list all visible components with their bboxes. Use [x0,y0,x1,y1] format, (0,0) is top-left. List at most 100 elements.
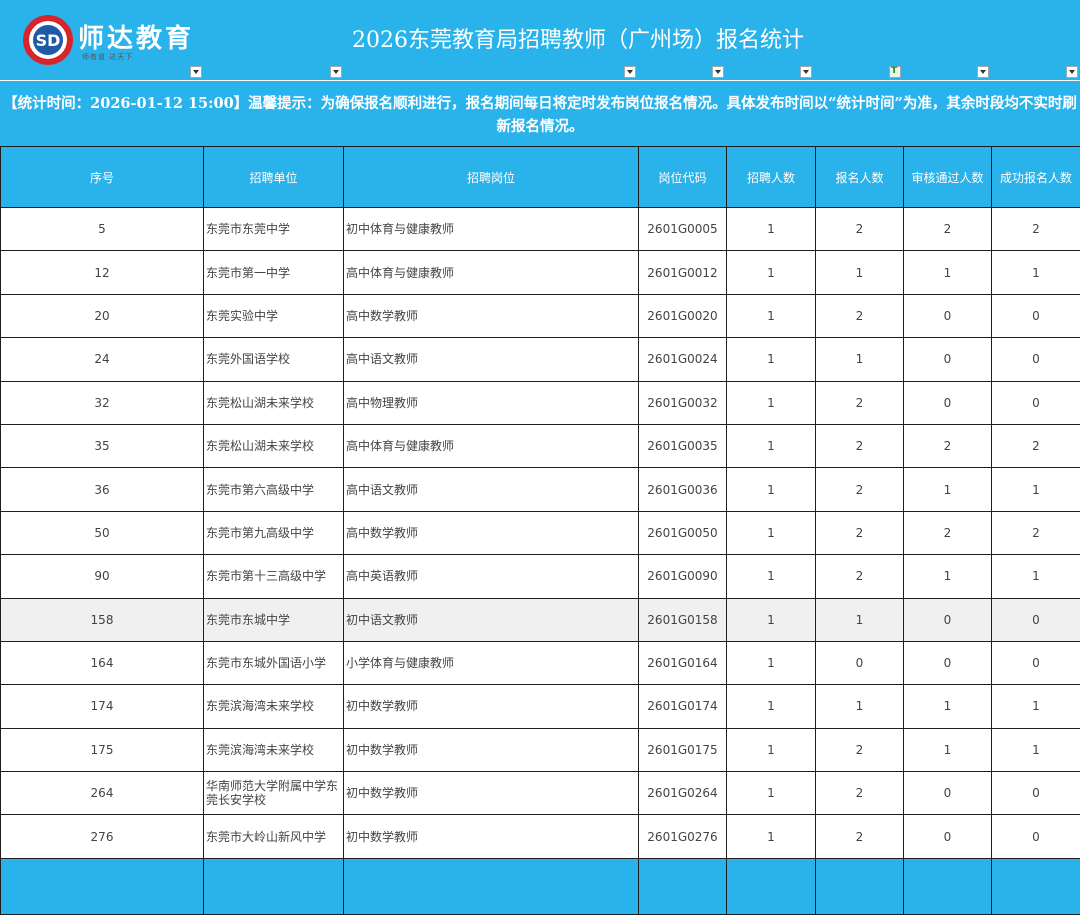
post-cell[interactable]: 高中物理教师 [344,381,639,424]
success-cell[interactable]: 0 [992,338,1080,381]
approved-cell[interactable]: 1 [904,685,992,728]
serial-cell[interactable]: 174 [1,685,204,728]
post-code-cell[interactable]: 2601G0174 [639,685,727,728]
quota-cell[interactable]: 1 [727,381,816,424]
applicants-cell[interactable]: 2 [816,294,904,337]
column-header[interactable]: 成功报名人数 [992,147,1080,208]
applicants-cell[interactable]: 1 [816,251,904,294]
applicants-cell[interactable]: 2 [816,468,904,511]
column-header[interactable]: 序号 [1,147,204,208]
serial-cell[interactable]: 264 [1,772,204,815]
table-row[interactable]: 35东莞松山湖未来学校高中体育与健康教师2601G00351222 [1,424,1080,467]
table-row[interactable]: 5东莞市东莞中学初中体育与健康教师2601G00051222 [1,208,1080,251]
success-cell[interactable]: 1 [992,728,1080,771]
unit-cell[interactable]: 东莞市第六高级中学 [204,468,344,511]
post-cell[interactable]: 初中数学教师 [344,772,639,815]
quota-cell[interactable]: 1 [727,208,816,251]
serial-cell[interactable]: 175 [1,728,204,771]
post-code-cell[interactable]: 2601G0276 [639,815,727,858]
quota-cell[interactable]: 1 [727,468,816,511]
quota-cell[interactable]: 1 [727,772,816,815]
approved-cell[interactable]: 0 [904,381,992,424]
success-cell[interactable]: 2 [992,511,1080,554]
filter-active-icon[interactable]: T [889,66,901,78]
success-cell[interactable]: 0 [992,815,1080,858]
quota-cell[interactable]: 1 [727,555,816,598]
applicants-cell[interactable]: 2 [816,772,904,815]
filter-dropdown-icon[interactable] [1066,66,1078,78]
unit-cell[interactable]: 华南师范大学附属中学东莞长安学校 [204,772,344,815]
post-cell[interactable]: 高中体育与健康教师 [344,251,639,294]
post-cell[interactable]: 初中数学教师 [344,728,639,771]
post-cell[interactable]: 高中体育与健康教师 [344,424,639,467]
approved-cell[interactable]: 0 [904,641,992,684]
unit-cell[interactable]: 东莞市第十三高级中学 [204,555,344,598]
table-row[interactable]: 264华南师范大学附属中学东莞长安学校初中数学教师2601G02641200 [1,772,1080,815]
approved-cell[interactable]: 1 [904,251,992,294]
filter-dropdown-icon[interactable] [977,66,989,78]
applicants-cell[interactable]: 2 [816,381,904,424]
column-header[interactable]: 招聘单位 [204,147,344,208]
unit-cell[interactable]: 东莞市大岭山新风中学 [204,815,344,858]
success-cell[interactable]: 1 [992,555,1080,598]
quota-cell[interactable]: 1 [727,338,816,381]
approved-cell[interactable]: 2 [904,208,992,251]
post-code-cell[interactable]: 2601G0020 [639,294,727,337]
post-cell[interactable]: 高中数学教师 [344,294,639,337]
filter-dropdown-icon[interactable] [624,66,636,78]
approved-cell[interactable]: 0 [904,598,992,641]
table-row[interactable]: 36东莞市第六高级中学高中语文教师2601G00361211 [1,468,1080,511]
post-code-cell[interactable]: 2601G0005 [639,208,727,251]
table-row[interactable]: 12东莞市第一中学高中体育与健康教师2601G00121111 [1,251,1080,294]
column-header[interactable]: 招聘岗位 [344,147,639,208]
table-row[interactable]: 32东莞松山湖未来学校高中物理教师2601G00321200 [1,381,1080,424]
approved-cell[interactable]: 1 [904,728,992,771]
success-cell[interactable]: 0 [992,381,1080,424]
table-row[interactable]: 175东莞滨海湾未来学校初中数学教师2601G01751211 [1,728,1080,771]
approved-cell[interactable]: 1 [904,468,992,511]
applicants-cell[interactable]: 1 [816,685,904,728]
column-header[interactable]: 审核通过人数 [904,147,992,208]
serial-cell[interactable]: 90 [1,555,204,598]
applicants-cell[interactable]: 1 [816,338,904,381]
approved-cell[interactable]: 1 [904,555,992,598]
post-code-cell[interactable]: 2601G0035 [639,424,727,467]
quota-cell[interactable]: 1 [727,598,816,641]
post-cell[interactable]: 高中语文教师 [344,468,639,511]
quota-cell[interactable]: 1 [727,728,816,771]
post-code-cell[interactable]: 2601G0164 [639,641,727,684]
serial-cell[interactable]: 24 [1,338,204,381]
filter-dropdown-icon[interactable] [712,66,724,78]
column-header[interactable]: 招聘人数 [727,147,816,208]
post-cell[interactable]: 高中数学教师 [344,511,639,554]
approved-cell[interactable]: 2 [904,424,992,467]
success-cell[interactable]: 0 [992,772,1080,815]
post-cell[interactable]: 初中语文教师 [344,598,639,641]
serial-cell[interactable]: 164 [1,641,204,684]
post-code-cell[interactable]: 2601G0090 [639,555,727,598]
approved-cell[interactable]: 2 [904,511,992,554]
table-row[interactable]: 276东莞市大岭山新风中学初中数学教师2601G02761200 [1,815,1080,858]
unit-cell[interactable]: 东莞市第一中学 [204,251,344,294]
table-row[interactable]: 90东莞市第十三高级中学高中英语教师2601G00901211 [1,555,1080,598]
success-cell[interactable]: 1 [992,685,1080,728]
post-cell[interactable]: 初中数学教师 [344,685,639,728]
post-code-cell[interactable]: 2601G0175 [639,728,727,771]
column-header[interactable]: 报名人数 [816,147,904,208]
filter-dropdown-icon[interactable] [190,66,202,78]
post-code-cell[interactable]: 2601G0012 [639,251,727,294]
quota-cell[interactable]: 1 [727,424,816,467]
unit-cell[interactable]: 东莞市东莞中学 [204,208,344,251]
success-cell[interactable]: 2 [992,424,1080,467]
post-code-cell[interactable]: 2601G0264 [639,772,727,815]
unit-cell[interactable]: 东莞实验中学 [204,294,344,337]
applicants-cell[interactable]: 2 [816,555,904,598]
filter-dropdown-icon[interactable] [800,66,812,78]
unit-cell[interactable]: 东莞市东城外国语小学 [204,641,344,684]
unit-cell[interactable]: 东莞滨海湾未来学校 [204,728,344,771]
approved-cell[interactable]: 0 [904,815,992,858]
post-cell[interactable]: 初中数学教师 [344,815,639,858]
unit-cell[interactable]: 东莞松山湖未来学校 [204,424,344,467]
success-cell[interactable]: 2 [992,208,1080,251]
serial-cell[interactable]: 5 [1,208,204,251]
